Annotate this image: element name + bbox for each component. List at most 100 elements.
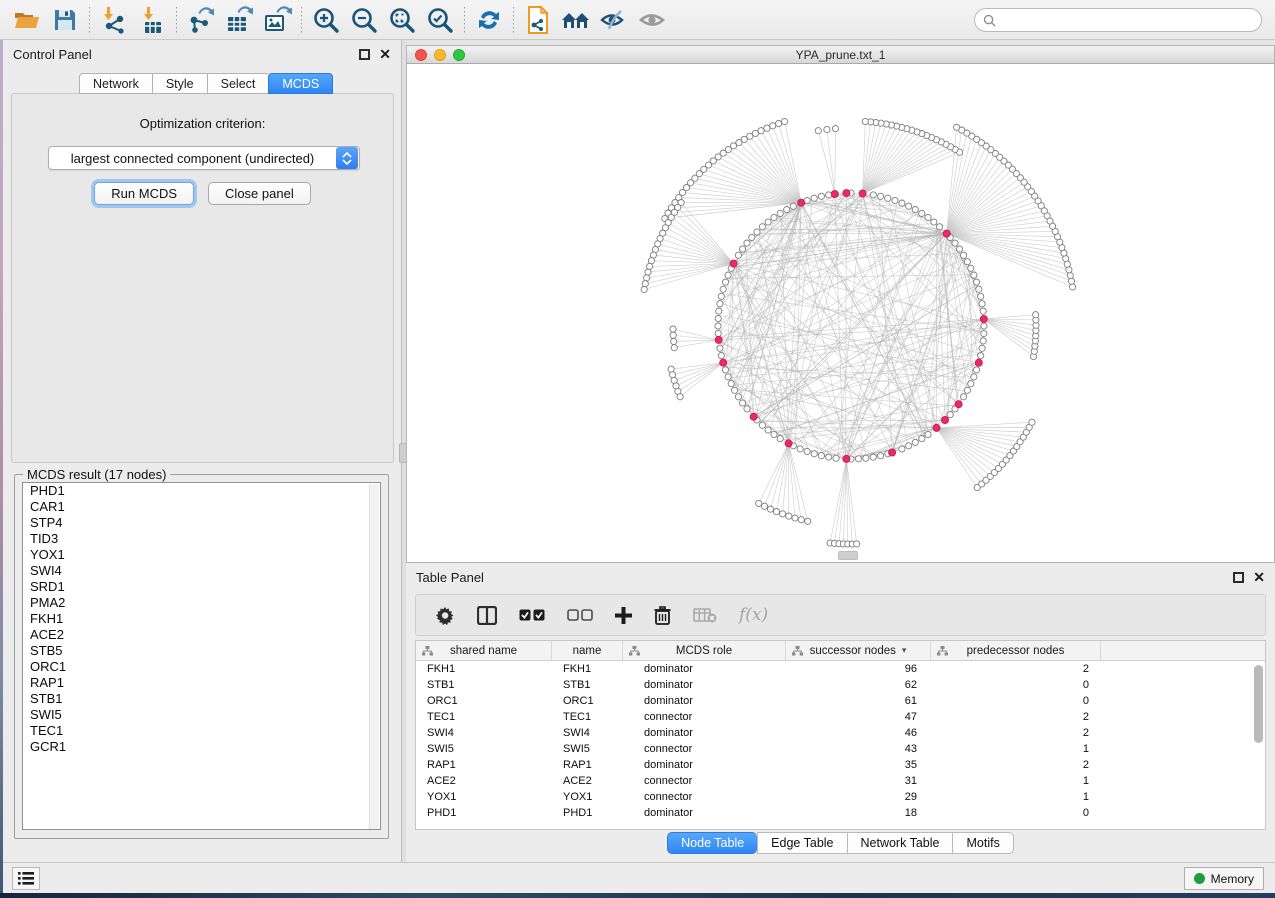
tab-style[interactable]: Style: [152, 73, 207, 94]
search-box[interactable]: [974, 8, 1262, 32]
horizontal-splitter-handle[interactable]: [838, 551, 858, 560]
mcds-result-item[interactable]: CAR1: [23, 499, 380, 515]
table-row[interactable]: PHD1PHD1dominator180: [416, 805, 1265, 821]
table-cell: 1: [931, 773, 1101, 789]
minimize-window-icon[interactable]: [434, 49, 446, 61]
mcds-result-group: MCDS result (17 nodes) PHD1CAR1STP4TID3Y…: [14, 467, 389, 839]
float-panel-icon[interactable]: [359, 49, 370, 60]
save-icon[interactable]: [46, 3, 84, 37]
tab-select[interactable]: Select: [207, 73, 269, 94]
table-cell: PHD1: [552, 805, 623, 821]
import-network-icon[interactable]: [95, 3, 133, 37]
close-panel-icon[interactable]: ✕: [1253, 572, 1265, 583]
mcds-result-item[interactable]: RAP1: [23, 675, 380, 691]
mcds-result-item[interactable]: FKH1: [23, 611, 380, 627]
tab-node-table[interactable]: Node Table: [667, 832, 757, 854]
eye-icon[interactable]: [633, 3, 671, 37]
mcds-result-item[interactable]: SWI5: [23, 707, 380, 723]
list-scrollbar-track[interactable]: [369, 484, 379, 830]
mcds-result-item[interactable]: GCR1: [23, 739, 380, 755]
mcds-result-item[interactable]: YOX1: [23, 547, 380, 563]
criterion-dropdown[interactable]: largest connected component (undirected): [48, 146, 360, 170]
mcds-tab-content: Optimization criterion: largest connecte…: [11, 93, 394, 463]
memory-button[interactable]: Memory: [1184, 867, 1264, 890]
tab-network-table[interactable]: Network Table: [847, 832, 953, 854]
mcds-result-item[interactable]: PHD1: [23, 483, 380, 499]
table-panel-title: Table Panel: [416, 570, 484, 585]
table-cell: 31: [786, 773, 931, 789]
column-header-name[interactable]: name: [552, 641, 623, 660]
mcds-result-item[interactable]: PMA2: [23, 595, 380, 611]
table-row[interactable]: ORC1ORC1dominator610: [416, 693, 1265, 709]
select-all-checkboxes-icon[interactable]: [519, 609, 545, 622]
zoom-fit-icon[interactable]: [383, 3, 421, 37]
column-type-icon: [422, 646, 433, 656]
mcds-result-item[interactable]: TID3: [23, 531, 380, 547]
zoom-selected-icon[interactable]: [421, 3, 459, 37]
tab-motifs[interactable]: Motifs: [952, 832, 1013, 854]
table-row[interactable]: TEC1TEC1connector472: [416, 709, 1265, 725]
table-row[interactable]: SWI4SWI4dominator462: [416, 725, 1265, 741]
tab-mcds[interactable]: MCDS: [268, 73, 333, 94]
close-window-icon[interactable]: [415, 49, 427, 61]
table-scrollbar-thumb[interactable]: [1254, 665, 1263, 743]
column-header-successor-nodes[interactable]: successor nodes ▾: [786, 641, 931, 660]
zoom-in-icon[interactable]: [307, 3, 345, 37]
hide-eye-icon[interactable]: [595, 3, 633, 37]
add-column-icon[interactable]: [615, 607, 632, 624]
mcds-result-item[interactable]: TEC1: [23, 723, 380, 739]
column-header-shared-name[interactable]: shared name: [416, 641, 552, 660]
table-row[interactable]: YOX1YOX1connector291: [416, 789, 1265, 805]
mcds-result-item[interactable]: STP4: [23, 515, 380, 531]
mcds-result-item[interactable]: STB1: [23, 691, 380, 707]
mcds-result-list[interactable]: PHD1CAR1STP4TID3YOX1SWI4SRD1PMA2FKH1ACE2…: [22, 482, 381, 830]
network-canvas[interactable]: [407, 64, 1274, 562]
zoom-out-icon[interactable]: [345, 3, 383, 37]
table-cell: 43: [786, 741, 931, 757]
run-mcds-button[interactable]: Run MCDS: [94, 182, 194, 205]
split-columns-icon[interactable]: [477, 606, 497, 625]
mcds-result-item[interactable]: SRD1: [23, 579, 380, 595]
gear-icon[interactable]: [436, 606, 455, 625]
trash-icon[interactable]: [654, 606, 671, 625]
mcds-result-item[interactable]: STB5: [23, 643, 380, 659]
close-panel-button[interactable]: Close panel: [208, 182, 311, 205]
maximize-window-icon[interactable]: [453, 49, 465, 61]
column-type-icon: [629, 646, 640, 656]
deselect-all-checkboxes-icon[interactable]: [567, 609, 593, 622]
column-type-icon: [937, 646, 948, 656]
float-panel-icon[interactable]: [1233, 572, 1244, 583]
column-header-mcds-role[interactable]: MCDS role: [623, 641, 786, 660]
close-panel-icon[interactable]: ✕: [379, 49, 391, 60]
mcds-result-item[interactable]: ORC1: [23, 659, 380, 675]
import-table-icon[interactable]: [133, 3, 171, 37]
network-window-titlebar[interactable]: YPA_prune.txt_1: [407, 46, 1274, 64]
table-row[interactable]: ACE2ACE2connector311: [416, 773, 1265, 789]
search-icon: [983, 14, 996, 27]
open-folder-icon[interactable]: [8, 3, 46, 37]
table-row[interactable]: STB1STB1dominator620: [416, 677, 1265, 693]
table-row[interactable]: FKH1FKH1dominator962: [416, 661, 1265, 677]
tab-network[interactable]: Network: [79, 73, 152, 94]
table-row[interactable]: RAP1RAP1dominator352: [416, 757, 1265, 773]
export-network-icon[interactable]: [182, 3, 220, 37]
mcds-result-item[interactable]: SWI4: [23, 563, 380, 579]
tab-edge-table[interactable]: Edge Table: [757, 832, 846, 854]
table-cell: 96: [786, 661, 931, 677]
export-table-icon[interactable]: [220, 3, 258, 37]
export-image-icon[interactable]: [258, 3, 296, 37]
table-cell: SWI4: [552, 725, 623, 741]
table-row[interactable]: SWI5SWI5connector431: [416, 741, 1265, 757]
houses-icon[interactable]: [557, 3, 595, 37]
table-cell: 1: [931, 741, 1101, 757]
search-input[interactable]: [1001, 13, 1253, 27]
document-network-icon[interactable]: [519, 3, 557, 37]
table-cell: dominator: [623, 725, 786, 741]
refresh-icon[interactable]: [470, 3, 508, 37]
mcds-result-item[interactable]: ACE2: [23, 627, 380, 643]
column-header-predecessor-nodes[interactable]: predecessor nodes: [931, 641, 1101, 660]
table-cell: SWI5: [416, 741, 552, 757]
network-graph: [407, 64, 1274, 562]
table-cell: 29: [786, 789, 931, 805]
task-history-button[interactable]: [12, 867, 40, 890]
